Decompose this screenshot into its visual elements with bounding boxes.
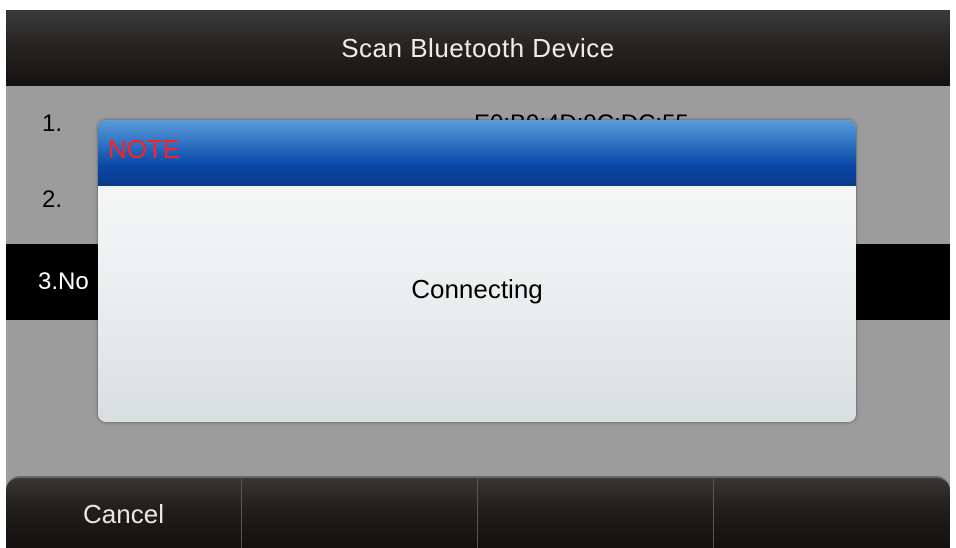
dialog-header: NOTE (98, 120, 856, 188)
dialog-title: NOTE (108, 134, 181, 164)
page-title: Scan Bluetooth Device (6, 10, 950, 86)
softkey-3[interactable] (478, 478, 714, 548)
softkey-4[interactable] (714, 478, 950, 548)
list-item-number: 1. (42, 110, 63, 137)
list-item-number: 3.No (38, 268, 89, 295)
dialog-message: Connecting (411, 274, 543, 304)
softkey-bar: Cancel (6, 476, 950, 548)
list-item-number: 2. (42, 186, 63, 213)
softkey-2[interactable] (242, 478, 478, 548)
note-dialog: NOTE Connecting (98, 120, 856, 422)
cancel-softkey[interactable]: Cancel (6, 478, 242, 548)
